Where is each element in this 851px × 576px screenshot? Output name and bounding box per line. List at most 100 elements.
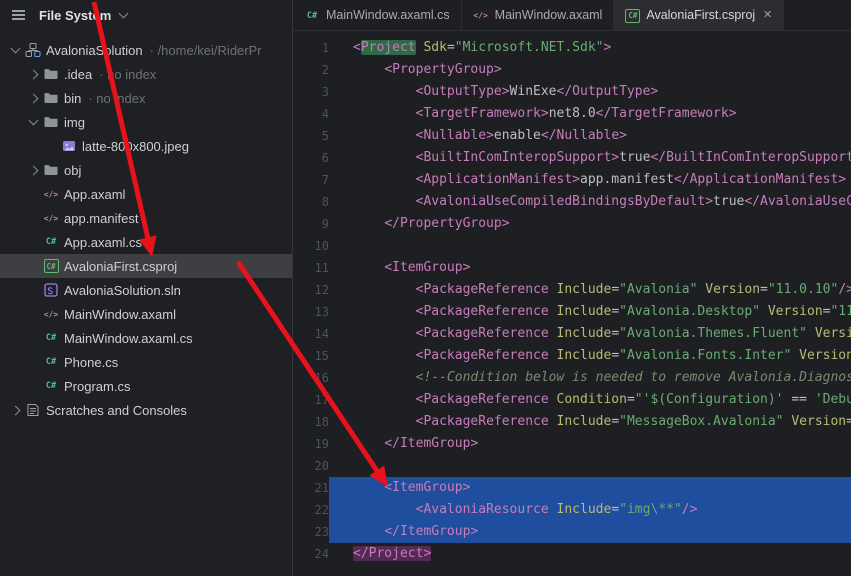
code-line-text: </PropertyGroup> bbox=[329, 213, 851, 235]
code-line-text: <BuiltInComInteropSupport>true</BuiltInC… bbox=[329, 147, 851, 169]
line-number: 21 bbox=[293, 477, 329, 499]
tree-item-suffix: · /home/kei/RiderPr bbox=[150, 43, 262, 58]
code-line[interactable]: 1<Project Sdk="Microsoft.NET.Sdk"> bbox=[293, 37, 851, 59]
chevron-down-icon[interactable] bbox=[24, 120, 42, 124]
tree-item-app-axaml-cs[interactable]: C#App.axaml.cs bbox=[0, 230, 292, 254]
chevron-right-icon[interactable] bbox=[24, 95, 42, 102]
code-line-text: <ItemGroup> bbox=[329, 477, 851, 499]
code-line[interactable]: 4 <TargetFramework>net8.0</TargetFramewo… bbox=[293, 103, 851, 125]
code-line[interactable]: 14 <PackageReference Include="Avalonia.T… bbox=[293, 323, 851, 345]
code-line[interactable]: 9 </PropertyGroup> bbox=[293, 213, 851, 235]
code-area[interactable]: 1<Project Sdk="Microsoft.NET.Sdk">2 <Pro… bbox=[293, 31, 851, 576]
code-line-text: <PackageReference Condition="'$(Configur… bbox=[329, 389, 851, 411]
line-number: 14 bbox=[293, 323, 329, 345]
code-line[interactable]: 6 <BuiltInComInteropSupport>true</BuiltI… bbox=[293, 147, 851, 169]
tab-mainwindow-axaml-cs[interactable]: C#MainWindow.axaml.cs bbox=[293, 0, 462, 30]
solution-icon bbox=[24, 42, 42, 58]
chevron-down-icon[interactable] bbox=[119, 9, 129, 19]
code-line[interactable]: 2 <PropertyGroup> bbox=[293, 59, 851, 81]
tree-item-program-cs[interactable]: C# Program.cs bbox=[0, 374, 292, 398]
code-line-text: <Nullable>enable</Nullable> bbox=[329, 125, 851, 147]
tree-item-obj[interactable]: obj bbox=[0, 158, 292, 182]
tree-item-app-manifest[interactable]: </> app.manifest bbox=[0, 206, 292, 230]
code-line-text: <PackageReference Include="Avalonia.Them… bbox=[329, 323, 851, 345]
file-tree: AvaloniaSolution · /home/kei/RiderPr .idea… bbox=[0, 30, 292, 576]
code-line-text: <AvaloniaResource Include="img\**"/> bbox=[329, 499, 851, 521]
code-line[interactable]: 21 <ItemGroup> bbox=[293, 477, 851, 499]
code-line-text: <!--Condition below is needed to remove … bbox=[329, 367, 851, 389]
line-number: 7 bbox=[293, 169, 329, 191]
folder-icon bbox=[42, 90, 60, 106]
tree-item-suffix: · no index bbox=[99, 67, 156, 82]
line-number: 1 bbox=[293, 37, 329, 59]
tree-item-app-axaml[interactable]: </>App.axaml bbox=[0, 182, 292, 206]
code-line[interactable]: 18 <PackageReference Include="MessageBox… bbox=[293, 411, 851, 433]
code-line[interactable]: 17 <PackageReference Condition="'$(Confi… bbox=[293, 389, 851, 411]
code-line[interactable]: 10 bbox=[293, 235, 851, 257]
line-number: 16 bbox=[293, 367, 329, 389]
tree-item-bin[interactable]: bin· no index bbox=[0, 86, 292, 110]
code-line[interactable]: 24</Project> bbox=[293, 543, 851, 565]
menu-icon[interactable] bbox=[12, 14, 25, 16]
code-line[interactable]: 20 bbox=[293, 455, 851, 477]
folder-icon bbox=[42, 66, 60, 82]
tree-item-label: img bbox=[64, 115, 85, 130]
sln-icon bbox=[42, 282, 60, 298]
tree-item-mainwindow-axaml[interactable]: </>MainWindow.axaml bbox=[0, 302, 292, 326]
tree-item-avaloniafirst-csproj[interactable]: C#AvaloniaFirst.csproj bbox=[0, 254, 292, 278]
tab-label: AvaloniaFirst.csproj bbox=[646, 8, 755, 22]
code-line[interactable]: 3 <OutputType>WinExe</OutputType> bbox=[293, 81, 851, 103]
tree-item-idea[interactable]: .idea· no index bbox=[0, 62, 292, 86]
line-number: 11 bbox=[293, 257, 329, 279]
chevron-right-icon[interactable] bbox=[6, 407, 24, 414]
code-line[interactable]: 12 <PackageReference Include="Avalonia" … bbox=[293, 279, 851, 301]
tree-item-label: Scratches and Consoles bbox=[46, 403, 187, 418]
tree-item-avaloniasolution-sln[interactable]: AvaloniaSolution.sln bbox=[0, 278, 292, 302]
code-line-text bbox=[329, 235, 851, 257]
code-line-text: <ApplicationManifest>app.manifest</Appli… bbox=[329, 169, 851, 191]
code-line-text: <ItemGroup> bbox=[329, 257, 851, 279]
code-line[interactable]: 7 <ApplicationManifest>app.manifest</App… bbox=[293, 169, 851, 191]
editor-pane: C#MainWindow.axaml.cs</>MainWindow.axaml… bbox=[293, 0, 851, 576]
tool-window-title[interactable]: File System bbox=[39, 8, 111, 23]
chevron-right-icon[interactable] bbox=[24, 71, 42, 78]
code-line[interactable]: 11 <ItemGroup> bbox=[293, 257, 851, 279]
code-line[interactable]: 16 <!--Condition below is needed to remo… bbox=[293, 367, 851, 389]
tree-item-label: AvaloniaSolution bbox=[46, 43, 143, 58]
tab-label: MainWindow.axaml.cs bbox=[326, 8, 450, 22]
manifest-icon: </> bbox=[42, 210, 60, 226]
code-line-text: <PackageReference Include="MessageBox.Av… bbox=[329, 411, 851, 433]
line-number: 19 bbox=[293, 433, 329, 455]
line-number: 18 bbox=[293, 411, 329, 433]
tool-window-header: File System bbox=[0, 0, 292, 30]
line-number: 13 bbox=[293, 301, 329, 323]
tree-item-scratches-and-consoles[interactable]: Scratches and Consoles bbox=[0, 398, 292, 422]
axaml-icon: </> bbox=[42, 186, 60, 202]
line-number: 20 bbox=[293, 455, 329, 477]
tree-item-label: Program.cs bbox=[64, 379, 130, 394]
code-line-text: <PackageReference Include="Avalonia" Ver… bbox=[329, 279, 851, 301]
tree-item-latte-800x800-jpeg[interactable]: latte-800x800.jpeg bbox=[0, 134, 292, 158]
code-line[interactable]: 13 <PackageReference Include="Avalonia.D… bbox=[293, 301, 851, 323]
chevron-down-icon[interactable] bbox=[6, 48, 24, 52]
code-line[interactable]: 23 </ItemGroup> bbox=[293, 521, 851, 543]
tree-item-mainwindow-axaml-cs[interactable]: C#MainWindow.axaml.cs bbox=[0, 326, 292, 350]
line-number: 22 bbox=[293, 499, 329, 521]
chevron-right-icon[interactable] bbox=[24, 167, 42, 174]
tree-item-label: Phone.cs bbox=[64, 355, 118, 370]
code-line[interactable]: 8 <AvaloniaUseCompiledBindingsByDefault>… bbox=[293, 191, 851, 213]
tree-item-img[interactable]: img bbox=[0, 110, 292, 134]
close-icon[interactable]: × bbox=[763, 10, 772, 20]
folder-icon bbox=[42, 162, 60, 178]
tree-item-suffix: · no index bbox=[88, 91, 145, 106]
code-line[interactable]: 15 <PackageReference Include="Avalonia.F… bbox=[293, 345, 851, 367]
tree-item-label: app.manifest bbox=[64, 211, 138, 226]
code-line[interactable]: 22 <AvaloniaResource Include="img\**"/> bbox=[293, 499, 851, 521]
code-line[interactable]: 19 </ItemGroup> bbox=[293, 433, 851, 455]
tab-mainwindow-axaml[interactable]: </>MainWindow.axaml bbox=[462, 0, 615, 30]
tree-item-phone-cs[interactable]: C#Phone.cs bbox=[0, 350, 292, 374]
cs-icon: C# bbox=[42, 378, 60, 394]
code-line[interactable]: 5 <Nullable>enable</Nullable> bbox=[293, 125, 851, 147]
tree-item-avaloniasolution[interactable]: AvaloniaSolution · /home/kei/RiderPr bbox=[0, 38, 292, 62]
tab-avaloniafirst-csproj[interactable]: C#AvaloniaFirst.csproj× bbox=[614, 0, 784, 30]
